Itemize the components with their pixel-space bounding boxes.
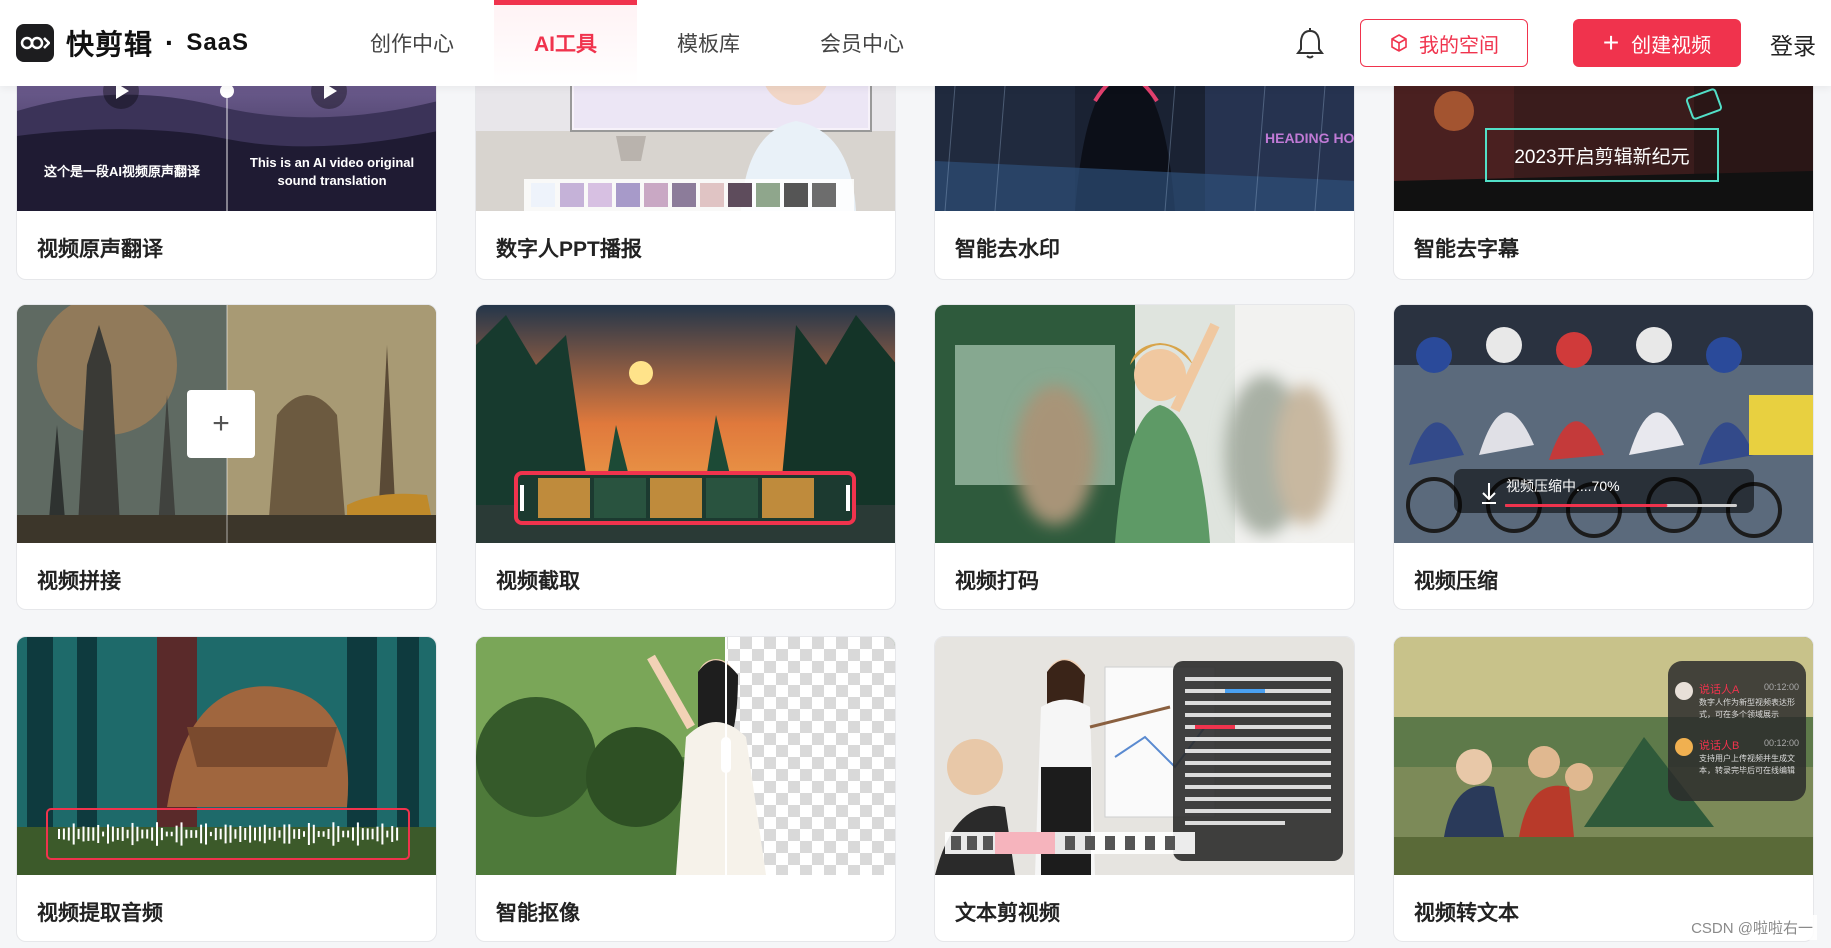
card-title: 视频原声翻译: [37, 238, 163, 261]
tool-card-video-mosaic[interactable]: 视频打码: [934, 304, 1355, 610]
card-thumbnail: [476, 637, 895, 875]
card-thumbnail: [935, 637, 1354, 875]
neon-sign: HEADING HOME: [1265, 130, 1355, 146]
compress-progress-text: 视频压缩中....70%: [1506, 478, 1620, 494]
tool-card-text-edit-video[interactable]: 文本剪视频: [934, 636, 1355, 942]
speaker-a-text: 数字人作为新型视频表达形式，可在多个领域展示: [1699, 698, 1795, 719]
tool-card-video-merge[interactable]: + 视频拼接: [16, 304, 437, 610]
card-title: 智能抠像: [496, 902, 580, 925]
card-thumbnail: [17, 637, 436, 875]
speaker-a-time: 00:12:00: [1764, 682, 1800, 692]
create-video-label: 创建视频: [1631, 34, 1712, 57]
card-thumbnail: +: [17, 305, 436, 543]
add-clip-button[interactable]: +: [187, 390, 255, 458]
notification-bell-icon[interactable]: [1294, 27, 1326, 61]
right-caption-line-1: This is an AI video original: [249, 155, 415, 170]
card-title: 文本剪视频: [955, 902, 1060, 925]
tool-card-smart-matting[interactable]: 智能抠像: [475, 636, 896, 942]
top-header: 快剪辑 · SaaS 创作中心 AI工具 模板库 会员中心 我的空间 + 创建视…: [0, 0, 1831, 86]
nav-template-library[interactable]: 模板库: [637, 0, 780, 86]
card-title: 视频截取: [496, 570, 580, 593]
card-title: 视频压缩: [1414, 570, 1498, 593]
card-title: 智能去字幕: [1414, 238, 1519, 261]
nav-creation-center[interactable]: 创作中心: [330, 0, 494, 86]
create-video-button[interactable]: + 创建视频: [1573, 19, 1741, 67]
card-thumbnail: [935, 305, 1354, 543]
compress-progress-fill: [1505, 504, 1668, 507]
tool-card-video-clip[interactable]: 视频截取: [475, 304, 896, 610]
tool-card-video-compress[interactable]: 视频压缩中....70% 视频压缩: [1393, 304, 1814, 610]
card-title: 视频打码: [955, 570, 1039, 593]
login-link[interactable]: 登录: [1770, 27, 1816, 61]
card-thumbnail: [476, 305, 895, 543]
nav-member-center[interactable]: 会员中心: [780, 0, 944, 86]
nav-ai-tools[interactable]: AI工具: [494, 0, 637, 86]
left-caption: 这个是一段AI视频原声翻译: [43, 164, 200, 179]
speaker-b-time: 00:12:00: [1764, 738, 1800, 748]
audio-waveform: [58, 822, 399, 846]
brand-separator: ·: [165, 27, 175, 58]
subtitle-overlay: 2023开启剪辑新纪元: [1514, 147, 1690, 168]
card-thumbnail: 视频压缩中....70%: [1394, 305, 1813, 543]
card-title: 视频转文本: [1414, 902, 1519, 925]
csdn-credit: CSDN @啦啦右一: [1687, 915, 1817, 940]
right-caption-line-2: sound translation: [277, 173, 387, 188]
cube-icon: [1391, 34, 1407, 52]
speaker-b-text: 支持用户上传视频并生成文本，转录完毕后可在线编辑: [1699, 754, 1795, 775]
speaker-a-label: 说话人A: [1699, 684, 1740, 696]
my-space-label: 我的空间: [1419, 34, 1499, 57]
brand-name: 快剪辑: [66, 29, 154, 60]
tool-card-extract-audio[interactable]: 视频提取音频: [16, 636, 437, 942]
card-title: 智能去水印: [955, 238, 1060, 261]
brand-logo[interactable]: 快剪辑 · SaaS: [16, 23, 249, 63]
card-title: 视频提取音频: [37, 902, 163, 925]
card-title: 数字人PPT播报: [496, 238, 642, 261]
card-title: 视频拼接: [37, 570, 121, 593]
my-space-button[interactable]: 我的空间: [1360, 19, 1528, 67]
brand-saas: SaaS: [186, 29, 250, 56]
right-caption: This is an AI video original sound trans…: [232, 154, 432, 190]
tool-card-video-to-text[interactable]: 说话人A 00:12:00 数字人作为新型视频表达形式，可在多个领域展示 说话人…: [1393, 636, 1814, 942]
main-nav: 创作中心 AI工具 模板库 会员中心: [330, 0, 944, 86]
plus-icon: +: [1602, 27, 1620, 58]
page: 这个是一段AI视频原声翻译 This is an AI video origin…: [0, 0, 1831, 948]
card-thumbnail: 说话人A 00:12:00 数字人作为新型视频表达形式，可在多个领域展示 说话人…: [1394, 637, 1813, 875]
logo-icon: [16, 24, 54, 62]
speaker-b-label: 说话人B: [1699, 740, 1740, 752]
